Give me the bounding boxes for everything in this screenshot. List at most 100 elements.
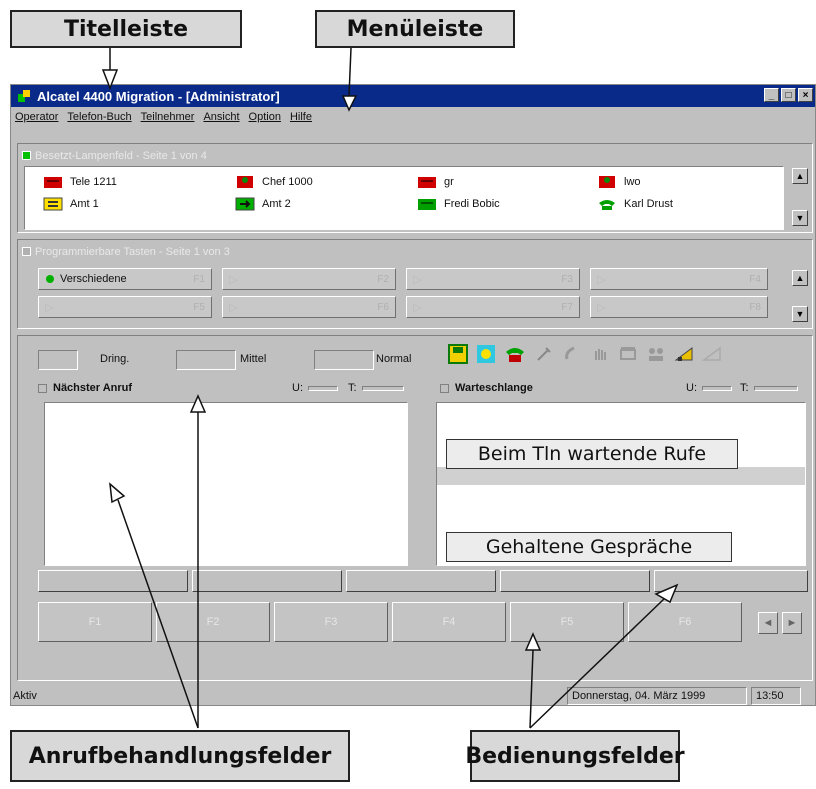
status-bar: Aktiv Donnerstag, 04. März 1999 13:50 [11, 685, 815, 707]
party-label: Amt 2 [262, 198, 291, 210]
prog-key-5[interactable]: ▷ F5 [38, 296, 212, 318]
fkey-f1[interactable]: F1 [38, 602, 152, 642]
menu-option[interactable]: Option [249, 111, 281, 123]
app-icon [17, 89, 31, 103]
prog-keys-scroll-up[interactable]: ▲ [792, 270, 808, 286]
green-phone-icon [417, 197, 437, 211]
transfer-icon[interactable] [618, 344, 638, 364]
menu-view[interactable]: Ansicht [203, 111, 239, 123]
party-karl-drust[interactable]: Karl Drust [597, 197, 673, 211]
prog-key-4[interactable]: ▷ F4 [590, 268, 768, 290]
prog-keys-panel: Programmierbare Tasten - Seite 1 von 3 V… [17, 239, 813, 329]
close-button[interactable]: × [798, 88, 813, 102]
menu-bar: Operator Telefon-Buch Teilnehmer Ansicht… [11, 107, 815, 127]
prog-key-7[interactable]: ▷ F7 [406, 296, 580, 318]
prog-key-number: F1 [193, 273, 205, 285]
dring-counter [38, 350, 78, 370]
operator-button-3[interactable] [346, 570, 496, 592]
party-gr[interactable]: gr [417, 175, 454, 189]
mute-icon[interactable] [701, 344, 722, 364]
fkey-f5[interactable]: F5 [510, 602, 624, 642]
inactive-indicator-icon [22, 247, 31, 256]
red-phone-person-icon [235, 175, 255, 189]
conference-icon[interactable] [646, 344, 666, 364]
prog-key-6[interactable]: ▷ F6 [222, 296, 396, 318]
prog-keys-title: Programmierbare Tasten - Seite 1 von 3 [35, 245, 230, 258]
red-phone-icon [417, 175, 437, 189]
prog-key-label: Verschiedene [60, 273, 127, 285]
callout-waiting-calls: Beim Tln wartende Rufe [446, 439, 738, 469]
yellow-trunk-icon [43, 197, 63, 211]
volume-icon[interactable] [674, 344, 694, 364]
next-call-title: Nächster Anruf [53, 382, 133, 394]
prog-key-number: F4 [749, 273, 761, 285]
party-tele-1211[interactable]: Tele 1211 [43, 175, 117, 189]
fkey-f4[interactable]: F4 [392, 602, 506, 642]
mittel-counter [176, 350, 236, 370]
queue-u-gauge [702, 386, 732, 391]
queue-t-label: T: [740, 382, 749, 394]
queue-checkbox[interactable] [440, 383, 449, 393]
fkey-f3[interactable]: F3 [274, 602, 388, 642]
light-icon[interactable] [476, 344, 496, 364]
prog-key-8[interactable]: ▷ F8 [590, 296, 768, 318]
status-date: Donnerstag, 04. März 1999 [567, 687, 747, 705]
party-fredi-bobic[interactable]: Fredi Bobic [417, 197, 500, 211]
tool-icon[interactable] [534, 344, 554, 364]
green-dot-icon [46, 275, 54, 283]
menu-subscriber[interactable]: Teilnehmer [141, 111, 195, 123]
fkey-f6[interactable]: F6 [628, 602, 742, 642]
green-handset-icon [597, 197, 617, 211]
callout-menubar: Menüleiste [315, 10, 515, 48]
mittel-label: Mittel [240, 353, 267, 365]
active-indicator-icon [22, 151, 31, 160]
operator-button-5[interactable] [654, 570, 808, 592]
callout-operator-fields: Bedienungsfelder [465, 730, 685, 782]
prog-key-1[interactable]: Verschiedene F1 [38, 268, 212, 290]
save-icon[interactable] [448, 344, 468, 364]
menu-operator[interactable]: Operator [15, 111, 58, 123]
window-title: Alcatel 4400 Migration - [Administrator] [37, 88, 280, 104]
fkey-next-button[interactable]: ► [782, 612, 802, 634]
prog-keys-scroll-down[interactable]: ▼ [792, 306, 808, 322]
callout-call-fields: Anrufbehandlungsfelder [10, 730, 350, 782]
prog-key-number: F3 [561, 273, 573, 285]
party-amt-1[interactable]: Amt 1 [43, 197, 99, 211]
prog-key-number: F8 [749, 301, 761, 313]
menu-help[interactable]: Hilfe [290, 111, 312, 123]
party-label: Tele 1211 [70, 176, 117, 188]
menu-phonebook[interactable]: Telefon-Buch [67, 111, 131, 123]
normal-counter [314, 350, 374, 370]
operator-button-4[interactable] [500, 570, 650, 592]
party-lwo[interactable]: lwo [597, 175, 641, 189]
operator-button-2[interactable] [192, 570, 342, 592]
title-bar[interactable]: Alcatel 4400 Migration - [Administrator]… [11, 85, 815, 107]
next-call-t-gauge [362, 386, 404, 391]
prog-keys-header: Programmierbare Tasten - Seite 1 von 3 [22, 244, 230, 259]
party-chef-1000[interactable]: Chef 1000 [235, 175, 313, 189]
prog-key-number: F2 [377, 273, 389, 285]
party-label: Amt 1 [70, 198, 99, 210]
callout-titlebar: Titelleiste [10, 10, 242, 48]
fkey-f2[interactable]: F2 [156, 602, 270, 642]
minimize-button[interactable]: _ [764, 88, 779, 102]
operator-button-1[interactable] [38, 570, 188, 592]
queue-title: Warteschlange [455, 382, 533, 394]
party-amt-2[interactable]: Amt 2 [235, 197, 291, 211]
queue-t-gauge [754, 386, 798, 391]
maximize-button[interactable]: □ [781, 88, 796, 102]
handset-icon[interactable] [562, 344, 582, 364]
queue-u-label: U: [686, 382, 697, 394]
hand-icon[interactable] [590, 344, 610, 364]
next-call-list[interactable] [44, 402, 408, 566]
fkey-prev-button[interactable]: ◄ [758, 612, 778, 634]
phone-icon[interactable] [504, 344, 524, 364]
next-call-checkbox[interactable] [38, 383, 47, 393]
party-label: Fredi Bobic [444, 198, 500, 210]
busy-lamp-scroll-up[interactable]: ▲ [792, 168, 808, 184]
prog-key-3[interactable]: ▷ F3 [406, 268, 580, 290]
prog-key-2[interactable]: ▷ F2 [222, 268, 396, 290]
busy-lamp-scroll-down[interactable]: ▼ [792, 210, 808, 226]
callout-held-calls: Gehaltene Gespräche [446, 532, 732, 562]
dring-label: Dring. [100, 353, 130, 365]
